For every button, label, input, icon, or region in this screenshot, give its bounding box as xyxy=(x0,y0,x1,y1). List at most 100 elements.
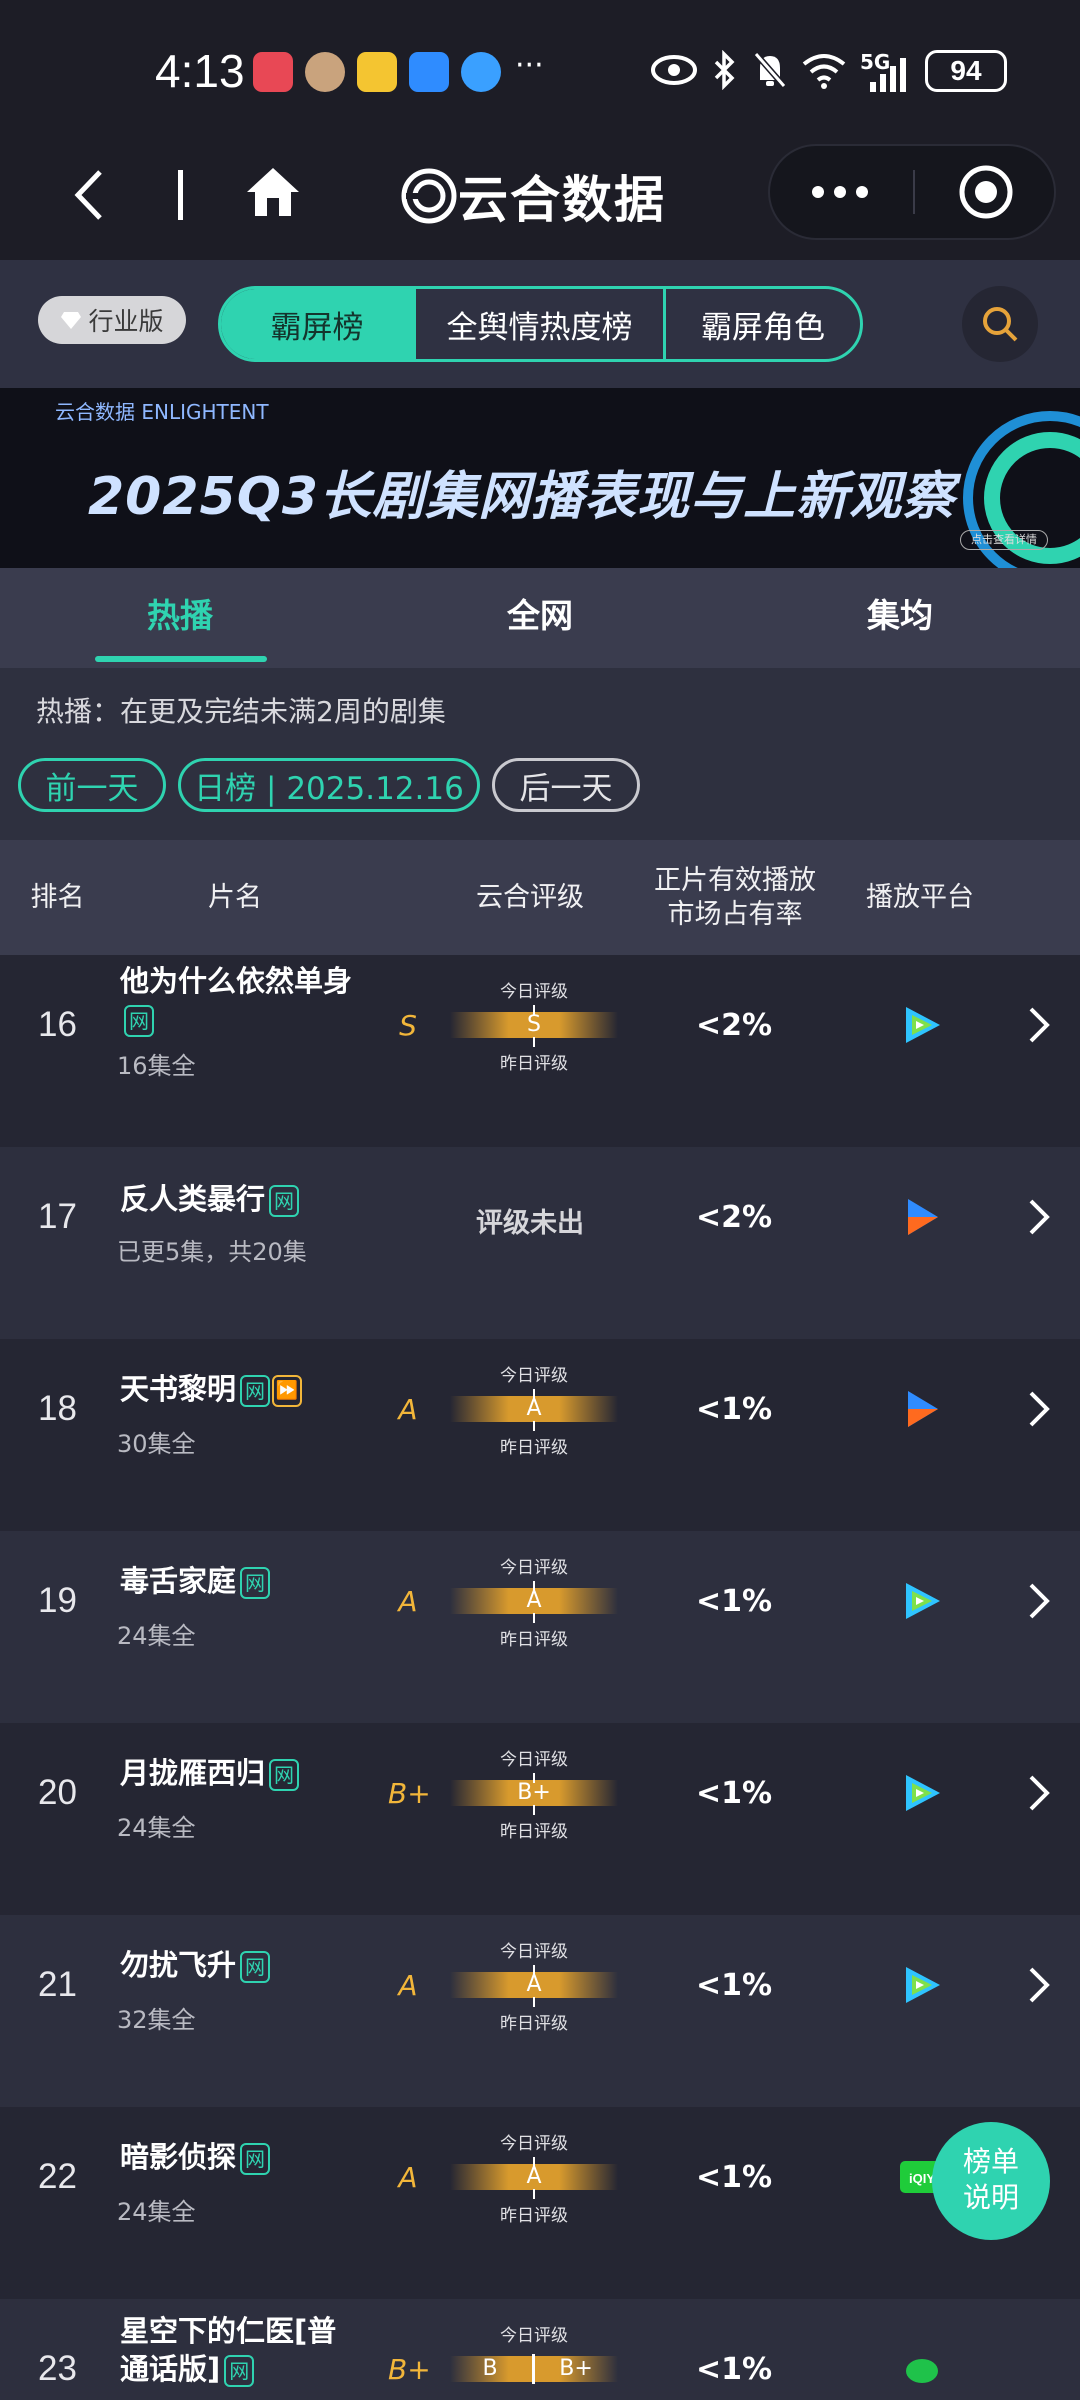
market-share: <2% xyxy=(695,1008,773,1043)
header-share: 正片有效播放 市场占有率 xyxy=(640,840,830,955)
subtab-hot[interactable]: 热播 xyxy=(0,568,360,668)
row-title[interactable]: 勿扰飞升网 xyxy=(120,1946,360,1984)
legend-button[interactable]: 榜单 说明 xyxy=(932,2122,1050,2240)
tab-public-opinion-ranking[interactable]: 全舆情热度榜 xyxy=(416,289,666,359)
market-share: <1% xyxy=(695,2160,773,2195)
subtab-active-indicator xyxy=(95,656,267,662)
today-grade-label: 今日评级 xyxy=(500,982,568,1002)
fast-forward-badge-icon: ⏩ xyxy=(272,1375,303,1407)
mini-program-capsule xyxy=(768,144,1056,240)
row-episode-info: 已更5集，共20集 xyxy=(117,1238,307,1266)
gauge-value: A xyxy=(526,1588,542,1613)
header-rank: 排名 xyxy=(30,881,85,913)
chevron-right-icon[interactable] xyxy=(1025,1197,1053,1237)
row-title[interactable]: 月拢雁西归网 xyxy=(120,1754,360,1792)
chevron-right-icon[interactable] xyxy=(1025,1581,1053,1621)
gauge-tick-today xyxy=(533,1773,535,1783)
tencent-platform-icon xyxy=(900,1581,944,1621)
battery-indicator: 94 xyxy=(925,50,1007,92)
grade-letter: A xyxy=(398,1393,418,1426)
tencent-platform-icon xyxy=(900,1965,944,2005)
grade-letter: A xyxy=(398,2161,418,2194)
grade-pending: 评级未出 xyxy=(476,1208,584,1239)
grade-letter: S xyxy=(399,1009,417,1042)
network-tag: 网 xyxy=(240,1951,271,1983)
row-title-text: 勿扰飞升 xyxy=(120,1948,237,1982)
row-title[interactable]: 暗影侦探网 xyxy=(120,2138,360,2176)
nav-bar: 云合数据 xyxy=(0,130,1080,260)
more-icon[interactable] xyxy=(810,184,870,200)
network-tag: 网 xyxy=(124,1005,154,1037)
cloud-icon xyxy=(409,52,449,92)
yesterday-grade-label: 昨日评级 xyxy=(500,1822,568,1842)
tab-screen-ranking[interactable]: 霸屏榜 xyxy=(221,289,416,359)
row-title[interactable]: 他为什么依然单身网 xyxy=(120,962,360,1038)
table-header: 排名 片名 云合评级 正片有效播放 市场占有率 播放平台 xyxy=(0,840,1080,955)
row-title[interactable]: 反人类暴行网 xyxy=(120,1180,360,1218)
header-grade: 云合评级 xyxy=(476,881,584,913)
row-episode-info: 24集全 xyxy=(117,1814,196,1842)
gauge-value: S xyxy=(527,1012,541,1037)
banner-detail-button[interactable]: 点击查看详情 xyxy=(960,530,1048,550)
list-description: 热播：在更及完结未满2周的剧集 xyxy=(36,695,446,728)
header-name: 片名 xyxy=(208,881,262,913)
market-share: <1% xyxy=(695,1392,773,1427)
youku-platform-icon xyxy=(900,1389,944,1429)
row-title-text: 毒舌家庭 xyxy=(120,1564,237,1598)
home-icon[interactable] xyxy=(245,166,301,218)
network-tag: 网 xyxy=(269,1185,300,1217)
row-title[interactable]: 天书黎明网 ⏩ xyxy=(120,1370,360,1408)
header-share-line1: 正片有效播放 xyxy=(654,864,816,896)
industry-edition-badge[interactable]: 行业版 xyxy=(38,296,186,344)
row-title-text: 月拢雁西归 xyxy=(120,1756,266,1790)
gauge-divider xyxy=(532,2354,535,2384)
chevron-right-icon[interactable] xyxy=(1025,1389,1053,1429)
market-share: <2% xyxy=(695,1200,773,1235)
market-share: <1% xyxy=(695,1776,773,1811)
row-title-text: 暗影侦探 xyxy=(120,2140,237,2174)
today-grade-label: 今日评级 xyxy=(500,2134,568,2154)
chevron-right-icon[interactable] xyxy=(1025,1773,1053,1813)
subtab-per-episode[interactable]: 集均 xyxy=(720,568,1080,668)
gauge-tick-today xyxy=(533,1581,535,1591)
previous-day-button[interactable]: 前一天 xyxy=(18,758,166,812)
row-title[interactable]: 毒舌家庭网 xyxy=(120,1562,360,1600)
gauge-tick-yesterday xyxy=(533,1613,535,1623)
gauge-tick-yesterday xyxy=(533,1421,535,1431)
status-bar: 4:13 ··· 5G 94 xyxy=(0,0,1080,130)
gauge-tick-yesterday xyxy=(533,1997,535,2007)
row-rank: 23 xyxy=(38,2349,77,2388)
banner-logo: 云合数据 ENLIGHTENT xyxy=(55,400,269,424)
bluetooth-icon xyxy=(714,50,735,90)
row-title-text: 反人类暴行 xyxy=(120,1182,266,1216)
back-icon[interactable] xyxy=(72,168,106,222)
capsule-divider xyxy=(913,170,915,214)
today-grade-label: 今日评级 xyxy=(500,1366,568,1386)
tab-character-ranking[interactable]: 霸屏角色 xyxy=(666,289,860,359)
close-miniprogram-icon[interactable] xyxy=(958,164,1014,220)
row-title[interactable]: 星空下的仁医[普通话版] 网 xyxy=(120,2312,360,2388)
subtab-all-network[interactable]: 全网 xyxy=(360,568,720,668)
page-title: 云合数据 xyxy=(400,160,666,232)
search-button[interactable] xyxy=(962,286,1038,362)
row-rank: 16 xyxy=(38,1005,77,1044)
yesterday-grade-label: 昨日评级 xyxy=(500,2206,568,2226)
gauge-value-today: B+ xyxy=(559,2356,593,2381)
chevron-right-icon[interactable] xyxy=(1025,1005,1053,1045)
date-selector[interactable]: 日榜 | 2025.12.16 xyxy=(178,758,480,812)
gauge-tick-yesterday xyxy=(533,2189,535,2199)
chevron-right-icon[interactable] xyxy=(1025,1965,1053,2005)
avatar-notification-icon xyxy=(305,52,345,92)
promo-banner[interactable]: 云合数据 ENLIGHTENT 2025Q3长剧集网播表现与上新观察 点击查看详… xyxy=(0,388,1080,568)
network-tag: 网 xyxy=(240,1567,271,1599)
diamond-icon xyxy=(61,312,82,329)
next-day-button[interactable]: 后一天 xyxy=(492,758,640,812)
grade-letter: B+ xyxy=(388,2353,431,2386)
row-rank: 19 xyxy=(38,1581,77,1620)
gauge-tick-today xyxy=(533,2157,535,2167)
gauge-value: A xyxy=(526,1396,542,1421)
mango-platform-icon xyxy=(900,2349,944,2389)
yunhe-logo-icon xyxy=(401,168,457,224)
yesterday-grade-label: 昨日评级 xyxy=(500,1438,568,1458)
today-grade-label: 今日评级 xyxy=(500,1942,568,1962)
